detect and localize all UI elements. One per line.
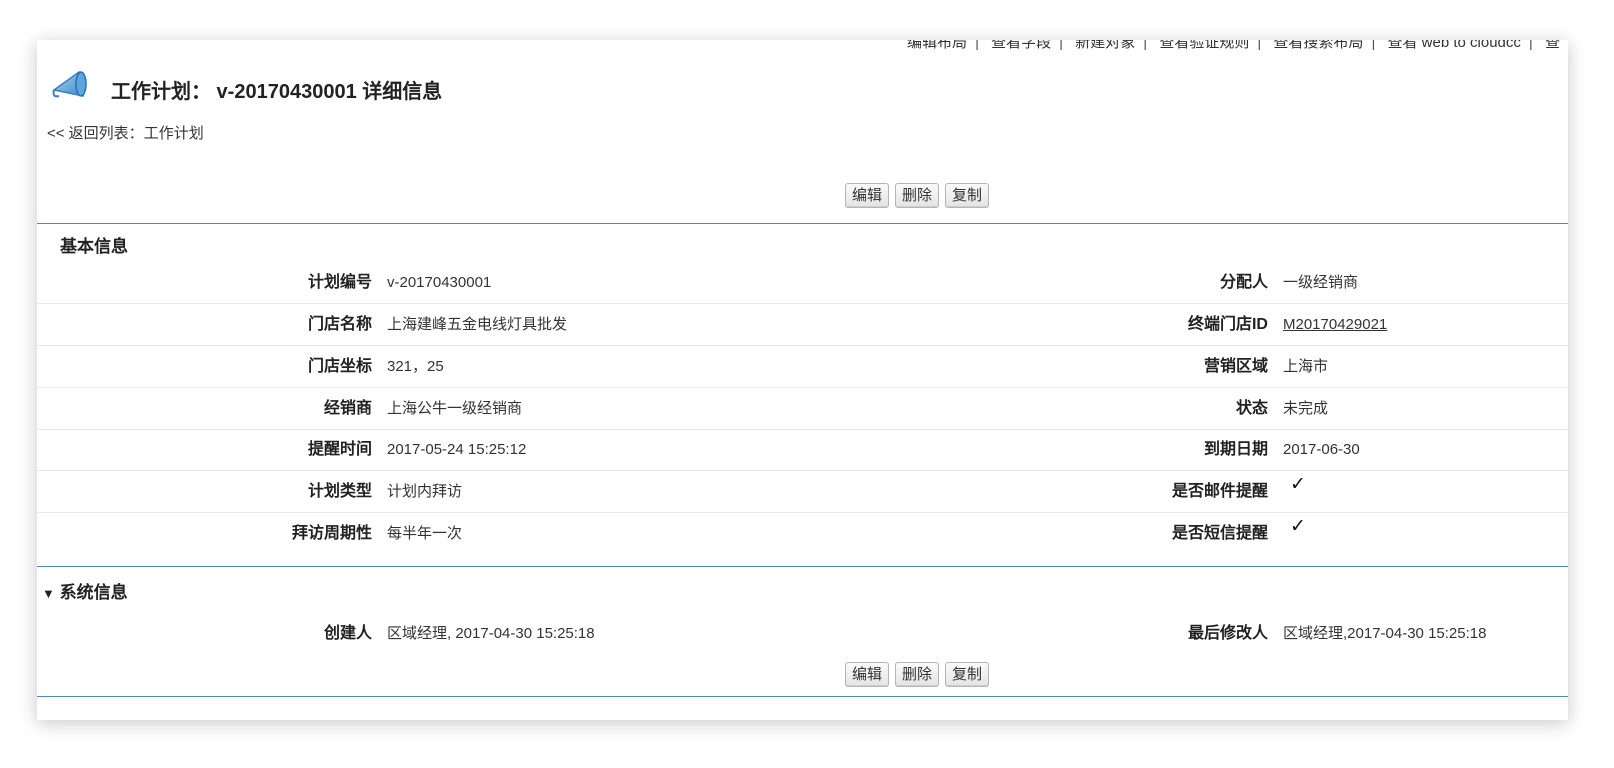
system-info-header[interactable]: ▼ 系统信息 (42, 578, 128, 603)
collapse-triangle-icon[interactable]: ▼ (42, 586, 55, 601)
back-to-list-link[interactable]: << 返回列表：工作计划 (47, 122, 204, 143)
edit-button[interactable]: 编辑 (845, 183, 890, 208)
link-view-more[interactable]: 查 (1545, 40, 1560, 51)
checkmark-icon: ✓ (1290, 474, 1306, 495)
field-row: 经销商 上海公牛一级经销商 状态 未完成 (37, 388, 1568, 430)
link-separator: | (1143, 40, 1148, 51)
page-title: 工作计划： v-20170430001 详细信息 (111, 81, 443, 103)
system-info-title: 系统信息 (59, 583, 128, 602)
field-label: 营销区域 (1203, 358, 1268, 375)
link-new-object[interactable]: 新建对象 (1075, 40, 1135, 51)
field-value: 2017-06-30 (1283, 441, 1360, 458)
link-view-fields[interactable]: 查看字段 (991, 40, 1051, 51)
field-label: 是否短信提醒 (1171, 525, 1268, 542)
field-value: 区域经理,2017-04-30 15:25:18 (1283, 625, 1487, 642)
checkmark-icon: ✓ (1290, 516, 1306, 537)
field-row: 门店坐标 321，25 营销区域 上海市 (37, 346, 1568, 388)
copy-button[interactable]: 复制 (945, 183, 990, 208)
field-row: 门店名称 上海建峰五金电线灯具批发 终端门店ID M20170429021 (37, 304, 1568, 346)
field-label: 是否邮件提醒 (1171, 483, 1268, 500)
section-divider (37, 566, 1568, 567)
field-value: 一级经销商 (1283, 274, 1359, 291)
field-label: 分配人 (1219, 274, 1268, 291)
field-row: 提醒时间 2017-05-24 15:25:12 到期日期 2017-06-30 (37, 429, 1568, 471)
megaphone-icon (52, 70, 87, 98)
field-row: 拜访周期性 每半年一次 是否短信提醒 ✓ (37, 513, 1568, 554)
edit-button[interactable]: 编辑 (845, 662, 890, 687)
top-links-bar: 编辑布局 | 查看字段 | 新建对象 | 查看验证规则 | 查看搜索布局 | 查看 web… (907, 40, 1560, 53)
link-separator: | (1371, 40, 1376, 51)
delete-button[interactable]: 删除 (895, 662, 940, 687)
field-row: 创建人 区域经理, 2017-04-30 15:25:18 最后修改人 区域经理… (37, 613, 1568, 654)
field-label: 状态 (1235, 400, 1268, 417)
terminal-store-id-link[interactable]: M20170429021 (1283, 316, 1387, 333)
field-label: 最后修改人 (1187, 625, 1268, 642)
field-value: 上海市 (1283, 358, 1329, 375)
field-label: 到期日期 (1203, 441, 1268, 458)
link-edit-layout[interactable]: 编辑布局 (907, 40, 967, 51)
field-value: 未完成 (1283, 400, 1329, 417)
section-divider (37, 223, 1568, 224)
link-view-search-layout[interactable]: 查看搜索布局 (1273, 40, 1363, 51)
section-divider (37, 696, 1568, 697)
field-row: 计划类型 计划内拜访 是否邮件提醒 ✓ (37, 471, 1568, 513)
detail-page: 编辑布局 | 查看字段 | 新建对象 | 查看验证规则 | 查看搜索布局 | 查看 web… (37, 40, 1568, 720)
link-view-validation-rules[interactable]: 查看验证规则 (1159, 40, 1249, 51)
basic-info-title: 基本信息 (60, 237, 128, 256)
field-value: M20170429021 (1283, 304, 1387, 345)
link-separator: | (975, 40, 979, 51)
field-row: 计划编号 v-20170430001 分配人 一级经销商 (37, 262, 1568, 304)
copy-button[interactable]: 复制 (945, 662, 990, 687)
link-separator: | (1528, 40, 1533, 51)
link-view-web-to-cloudcc[interactable]: 查看 web to cloudcc (1388, 40, 1521, 51)
delete-button[interactable]: 删除 (895, 183, 940, 208)
link-separator: | (1257, 40, 1262, 51)
field-label: 终端门店ID (1187, 316, 1268, 333)
bottom-button-row: 编辑 删除 复制 (845, 662, 990, 688)
top-button-row: 编辑 删除 复制 (845, 183, 990, 209)
link-separator: | (1059, 40, 1064, 51)
